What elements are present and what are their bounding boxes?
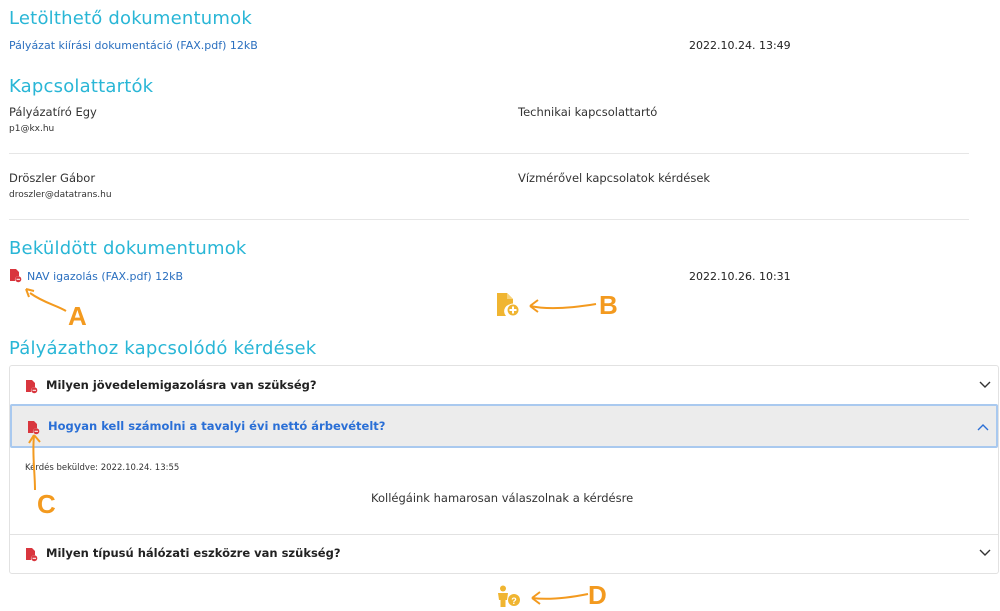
chevron-up-icon[interactable] (976, 420, 990, 434)
download-date: 2022.10.24. 13:49 (689, 39, 791, 52)
question-answer: Kollégáink hamarosan válaszolnak a kérdé… (371, 491, 634, 505)
submitted-file-link[interactable]: NAV igazolás (FAX.pdf) 12kB (27, 270, 183, 283)
chevron-down-icon[interactable] (978, 546, 992, 560)
download-file-link[interactable]: Pályázat kiírási dokumentáció (FAX.pdf) … (9, 39, 258, 52)
chevron-down-icon[interactable] (978, 378, 992, 392)
questions-heading: Pályázathoz kapcsolódó kérdések (9, 338, 317, 359)
pdf-icon (25, 547, 38, 566)
contact-divider (9, 153, 969, 154)
downloadable-heading: Letölthető dokumentumok (9, 8, 252, 29)
question-text: Hogyan kell számolni a tavalyi évi nettó… (48, 419, 386, 433)
annotation-a: A (68, 301, 87, 331)
contact-name: Dröszler Gábor (9, 171, 96, 185)
contact-name: Pályázatíró Egy (9, 105, 97, 119)
question-text: Milyen típusú hálózati eszközre van szük… (46, 546, 341, 560)
question-body: Kérdés beküldve: 2022.10.24. 13:55 Kollé… (10, 448, 998, 535)
contact-email: p1@kx.hu (9, 124, 55, 134)
questions-accordion: Milyen jövedelemigazolásra van szükség? … (9, 365, 999, 574)
question-sent-label: Kérdés beküldve: 2022.10.24. 13:55 (25, 463, 180, 473)
svg-text:?: ? (511, 596, 517, 606)
arrow-b-icon (529, 299, 597, 313)
contacts-heading: Kapcsolattartók (9, 76, 154, 97)
file-add-icon[interactable] (495, 292, 521, 322)
annotation-d: D (588, 580, 607, 610)
contact-divider (9, 219, 969, 220)
question-text: Milyen jövedelemigazolásra van szükség? (46, 378, 317, 392)
contact-email: droszler@datatrans.hu (9, 190, 112, 200)
arrow-c-icon (28, 434, 41, 491)
pdf-icon (25, 379, 38, 398)
pdf-delete-icon[interactable] (9, 268, 22, 287)
arrow-a-icon (25, 288, 67, 312)
question-item[interactable]: Milyen jövedelemigazolásra van szükség? (10, 366, 998, 406)
submitted-date: 2022.10.26. 10:31 (689, 270, 791, 283)
question-item-active[interactable]: Hogyan kell számolni a tavalyi évi nettó… (10, 404, 998, 448)
submitted-heading: Beküldött dokumentumok (9, 238, 247, 259)
question-item[interactable]: Milyen típusú hálózati eszközre van szük… (10, 535, 998, 573)
contact-role: Technikai kapcsolattartó (518, 105, 658, 119)
person-question-icon[interactable]: ? (496, 585, 522, 611)
arrow-d-icon (531, 591, 589, 605)
annotation-b: B (599, 290, 618, 320)
contact-role: Vízmérővel kapcsolatok kérdések (518, 171, 711, 185)
annotation-c: C (37, 489, 56, 519)
